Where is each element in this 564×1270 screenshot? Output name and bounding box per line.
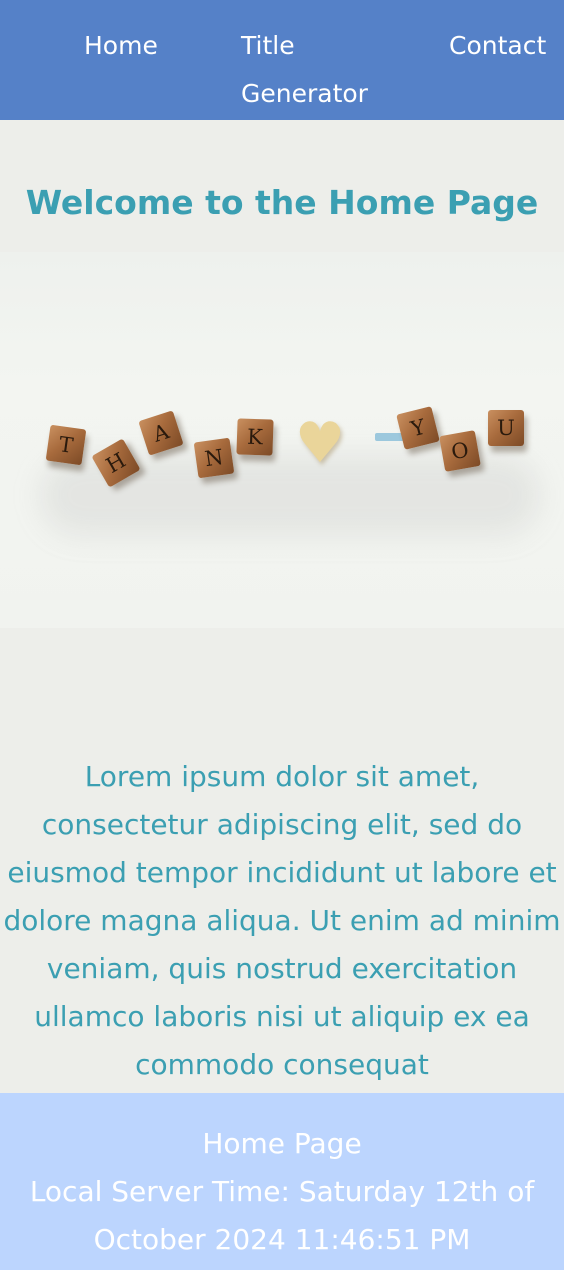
block-y: Y [396,406,440,450]
block-t: T [45,424,87,466]
nav-title-generator-line2: Generator [241,79,368,108]
block-o: O [439,430,481,472]
block-h: H [91,438,141,488]
block-a: A [138,410,184,456]
page-heading: Welcome to the Home Page [25,183,539,223]
block-u: U [488,410,524,446]
block-n: N [193,437,235,479]
nav-title-generator-link[interactable]: Title Generator [241,22,381,118]
nav-contact-link[interactable]: Contact [449,22,546,70]
intro-paragraph: Lorem ipsum dolor sit amet, consectetur … [3,760,561,1081]
server-time: Local Server Time: Saturday 12th of Octo… [29,1175,535,1256]
nav-home-link[interactable]: Home [84,22,158,70]
top-nav: Home Title Generator Contact [0,0,564,120]
nav-title-generator-line1: Title [241,31,295,60]
footer: Home Page Local Server Time: Saturday 12… [0,1093,564,1270]
thank-you-blocks: T H A N K ♥ Y O U [40,405,540,495]
footer-title: Home Page [202,1127,362,1160]
block-k: K [236,418,274,456]
heart-icon: ♥ [294,411,346,476]
